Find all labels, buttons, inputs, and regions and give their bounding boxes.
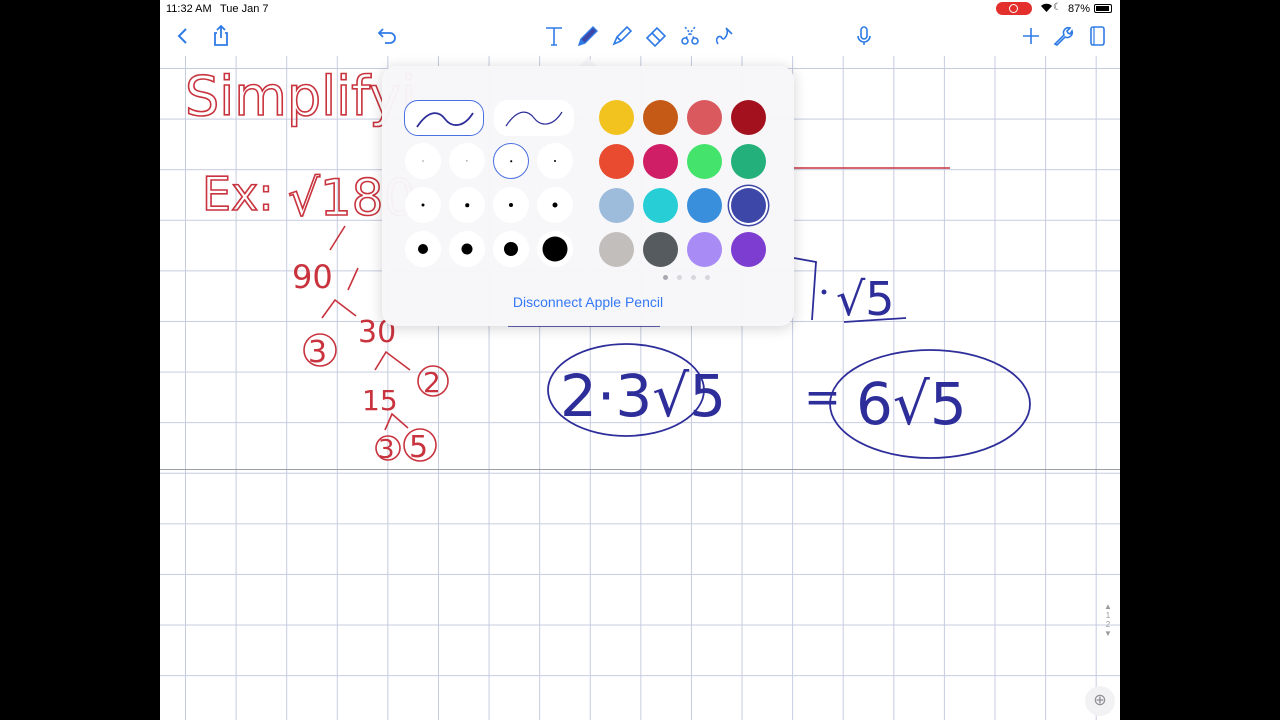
factor-2: 2	[423, 366, 441, 399]
disconnect-apple-pencil-button[interactable]: Disconnect Apple Pencil	[382, 294, 794, 310]
color-swatch[interactable]	[731, 232, 766, 267]
popover-page-dot[interactable]	[677, 275, 682, 280]
pen-options-popover: Disconnect Apple Pencil	[382, 66, 794, 326]
color-swatch[interactable]	[643, 100, 678, 135]
color-swatch[interactable]	[599, 188, 634, 223]
pen-size-option[interactable]	[493, 231, 529, 267]
pen-size-option[interactable]	[493, 187, 529, 223]
color-swatch[interactable]	[599, 100, 634, 135]
pen-size-option[interactable]	[449, 143, 485, 179]
color-swatch[interactable]	[687, 188, 722, 223]
color-swatch[interactable]	[731, 144, 766, 179]
color-swatch[interactable]	[643, 144, 678, 179]
result-product: 2·3√5	[560, 362, 726, 430]
pen-size-option[interactable]	[405, 187, 441, 223]
pen-size-option[interactable]	[537, 187, 573, 223]
color-swatch[interactable]	[687, 100, 722, 135]
equals-sign: =	[804, 372, 841, 423]
ipad-screen: 11:32 AM Tue Jan 7 ☾ 87% Simplifyi Ex: √…	[160, 0, 1120, 720]
popover-page-dot[interactable]	[705, 275, 710, 280]
pen-size-option[interactable]	[405, 143, 441, 179]
radical-5: √5	[836, 272, 895, 326]
zoom-icon[interactable]: ⊕	[1085, 686, 1115, 716]
factor-5: 5	[409, 430, 428, 465]
color-swatch[interactable]	[687, 144, 722, 179]
fountain-pen-stroke-option[interactable]	[404, 100, 484, 136]
example-label: Ex:	[202, 167, 274, 221]
popover-page-dot[interactable]	[663, 275, 668, 280]
pen-size-option[interactable]	[493, 143, 529, 179]
final-answer: 6√5	[856, 370, 967, 438]
pen-size-option[interactable]	[449, 231, 485, 267]
color-swatch[interactable]	[599, 232, 634, 267]
pen-size-option[interactable]	[405, 231, 441, 267]
color-swatch[interactable]	[643, 232, 678, 267]
color-swatch[interactable]	[731, 100, 766, 135]
ballpoint-pen-stroke-option[interactable]	[494, 100, 574, 136]
scroll-up-icon[interactable]: ▲	[1098, 602, 1118, 611]
page-indicator[interactable]: ▲ 1 2 ▼	[1098, 602, 1118, 660]
popover-page-dot[interactable]	[691, 275, 696, 280]
color-swatch[interactable]	[687, 232, 722, 267]
color-swatch[interactable]	[599, 144, 634, 179]
color-swatch[interactable]	[643, 188, 678, 223]
scroll-down-icon[interactable]: ▼	[1098, 629, 1118, 638]
factor-15: 15	[362, 384, 398, 417]
factor-90: 90	[292, 258, 333, 296]
factor-3b: 3	[378, 435, 395, 465]
page-total: 2	[1105, 620, 1111, 629]
pen-size-option[interactable]	[537, 231, 573, 267]
factor-3: 3	[308, 335, 327, 370]
pen-size-option[interactable]	[537, 143, 573, 179]
color-swatch[interactable]	[731, 188, 766, 223]
pen-size-option[interactable]	[449, 187, 485, 223]
page-current: 1	[1105, 611, 1111, 620]
